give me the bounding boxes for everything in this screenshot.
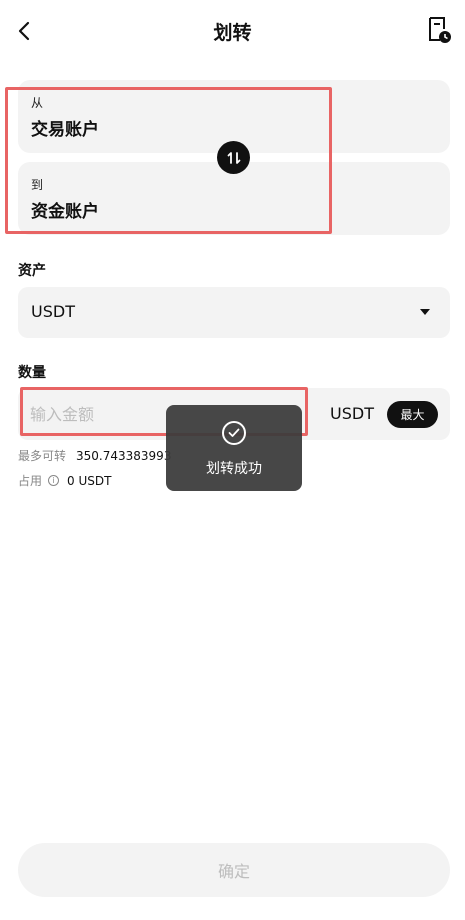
max-transfer-row: 最多可转 350.743383993 xyxy=(18,447,171,464)
max-transfer-value: 350.743383993 xyxy=(76,448,172,463)
used-label: 占用 xyxy=(18,474,43,488)
to-label: 到 xyxy=(31,178,44,192)
transfer-record-button[interactable] xyxy=(427,16,453,44)
info-icon[interactable]: i xyxy=(48,475,60,486)
confirm-button[interactable]: 确定 xyxy=(18,843,450,897)
to-account: 资金账户 xyxy=(31,202,99,222)
toast-text: 划转成功 xyxy=(206,461,262,477)
used-row: 占用 i 0 USDT xyxy=(18,472,111,489)
header: 划转 xyxy=(0,0,465,62)
page-title: 划转 xyxy=(213,22,252,44)
check-circle-icon xyxy=(222,421,246,445)
used-value: 0 USDT xyxy=(67,473,112,488)
quantity-label: 数量 xyxy=(18,365,46,381)
success-toast: 划转成功 xyxy=(166,405,302,491)
asset-selected-value: USDT xyxy=(31,302,75,321)
max-button[interactable]: 最大 xyxy=(387,401,438,428)
amount-unit: USDT xyxy=(330,404,374,423)
document-clock-icon xyxy=(429,17,451,43)
swap-arrows-icon xyxy=(227,151,240,164)
max-transfer-label: 最多可转 xyxy=(18,449,67,463)
from-account: 交易账户 xyxy=(31,120,99,140)
swap-accounts-button[interactable] xyxy=(217,141,250,174)
from-label: 从 xyxy=(31,96,44,110)
asset-select[interactable]: USDT xyxy=(18,287,450,338)
asset-label: 资产 xyxy=(18,263,46,279)
caret-down-icon xyxy=(420,309,430,315)
